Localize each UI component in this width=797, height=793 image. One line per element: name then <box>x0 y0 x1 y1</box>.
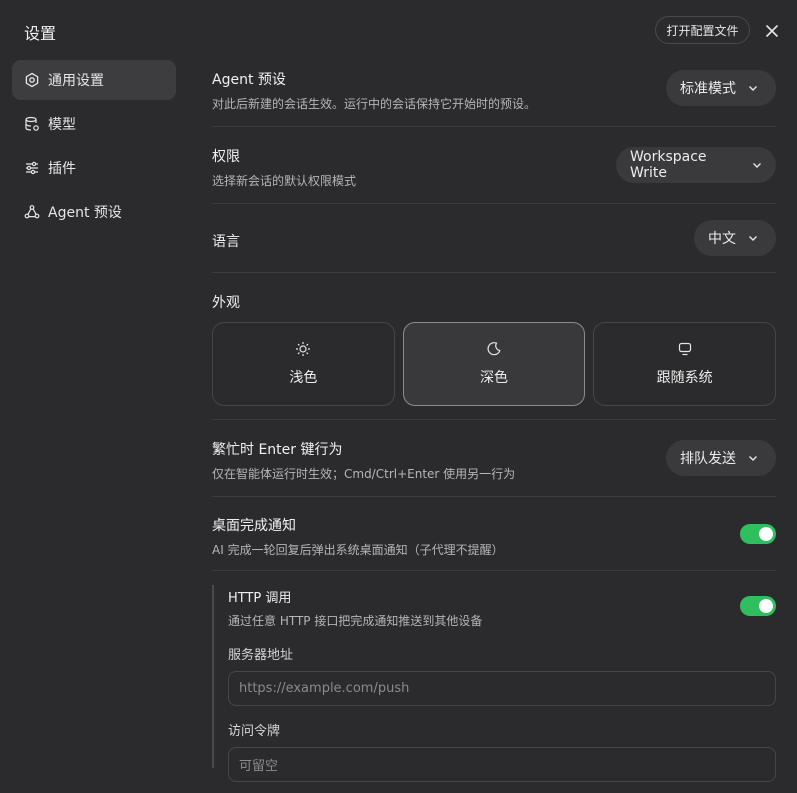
sidebar-item-plugins[interactable]: 插件 <box>12 148 176 188</box>
http-call-desc: 通过任意 HTTP 接口把完成通知推送到其他设备 <box>228 614 483 628</box>
agent-preset-row: Agent 预设 对此后新建的会话生效。运行中的会话保持它开始时的预设。 标准模… <box>212 50 776 127</box>
access-token-label: 访问令牌 <box>228 724 281 739</box>
monitor-icon <box>677 341 693 361</box>
gear-icon <box>24 72 40 88</box>
language-select[interactable]: 中文 <box>694 220 776 256</box>
close-icon[interactable] <box>761 20 783 42</box>
permissions-select[interactable]: Workspace Write <box>616 147 776 183</box>
agent-preset-value: 标准模式 <box>680 81 736 97</box>
http-call-section: HTTP 调用 通过任意 HTTP 接口把完成通知推送到其他设备 服务器地址 h… <box>212 585 776 782</box>
desktop-notify-toggle[interactable] <box>740 524 776 544</box>
http-call-label: HTTP 调用 <box>228 591 292 606</box>
appearance-option-label: 跟随系统 <box>656 370 713 386</box>
appearance-label: 外观 <box>212 295 240 311</box>
language-value: 中文 <box>708 231 736 247</box>
appearance-option-light[interactable]: 浅色 <box>212 322 395 406</box>
http-call-toggle[interactable] <box>740 596 776 616</box>
sidebar-item-agent-preset[interactable]: Agent 预设 <box>12 192 176 232</box>
server-address-label: 服务器地址 <box>228 648 294 663</box>
chevron-down-icon <box>748 453 758 463</box>
permissions-row: 权限 选择新会话的默认权限模式 Workspace Write <box>212 127 776 204</box>
sidebar-item-label: 插件 <box>48 161 76 177</box>
chevron-down-icon <box>748 83 758 93</box>
appearance-options: 浅色 深色 跟随系统 <box>212 322 777 406</box>
chevron-down-icon <box>752 160 762 170</box>
sidebar-item-label: Agent 预设 <box>48 205 122 221</box>
sidebar-item-general[interactable]: 通用设置 <box>12 60 176 100</box>
sliders-icon <box>24 160 40 176</box>
appearance-option-dark[interactable]: 深色 <box>402 322 586 406</box>
sidebar-item-label: 通用设置 <box>48 73 104 89</box>
desktop-notify-label: 桌面完成通知 <box>212 518 296 534</box>
language-row: 语言 中文 <box>212 204 776 273</box>
window-title: 设置 <box>24 24 57 43</box>
busy-enter-select[interactable]: 排队发送 <box>666 440 776 476</box>
moon-icon <box>486 341 502 361</box>
sun-icon <box>295 341 311 361</box>
permissions-value: Workspace Write <box>630 149 707 181</box>
settings-main: Agent 预设 对此后新建的会话生效。运行中的会话保持它开始时的预设。 标准模… <box>212 50 777 571</box>
sidebar-item-label: 模型 <box>48 117 76 133</box>
busy-enter-row: 繁忙时 Enter 键行为 仅在智能体运行时生效；Cmd/Ctrl+Enter … <box>212 420 776 497</box>
server-address-input[interactable]: https://example.com/push <box>228 671 776 706</box>
chevron-down-icon <box>748 233 758 243</box>
appearance-option-system[interactable]: 跟随系统 <box>593 322 777 406</box>
open-config-button[interactable]: 打开配置文件 <box>655 16 750 44</box>
busy-enter-value: 排队发送 <box>680 451 736 467</box>
access-token-input[interactable]: 可留空 <box>228 747 776 782</box>
settings-window: 设置 打开配置文件 通用设置 模型 插件 Agent 预设 Agent 预设 对… <box>0 0 797 793</box>
desktop-notify-row: 桌面完成通知 AI 完成一轮回复后弹出系统桌面通知（子代理不提醒） <box>212 497 776 571</box>
agent-preset-icon <box>24 204 40 220</box>
desktop-notify-desc: AI 完成一轮回复后弹出系统桌面通知（子代理不提醒） <box>212 543 504 557</box>
agent-preset-select[interactable]: 标准模式 <box>666 70 776 106</box>
appearance-option-label: 深色 <box>480 370 508 386</box>
appearance-option-label: 浅色 <box>289 370 318 386</box>
sidebar-item-models[interactable]: 模型 <box>12 104 176 144</box>
database-icon <box>24 116 40 132</box>
sidebar: 通用设置 模型 插件 Agent 预设 <box>12 60 176 236</box>
language-label: 语言 <box>212 234 240 250</box>
appearance-row: 外观 浅色 深色 跟随系统 <box>212 273 777 420</box>
http-call-header: HTTP 调用 通过任意 HTTP 接口把完成通知推送到其他设备 <box>228 585 776 643</box>
